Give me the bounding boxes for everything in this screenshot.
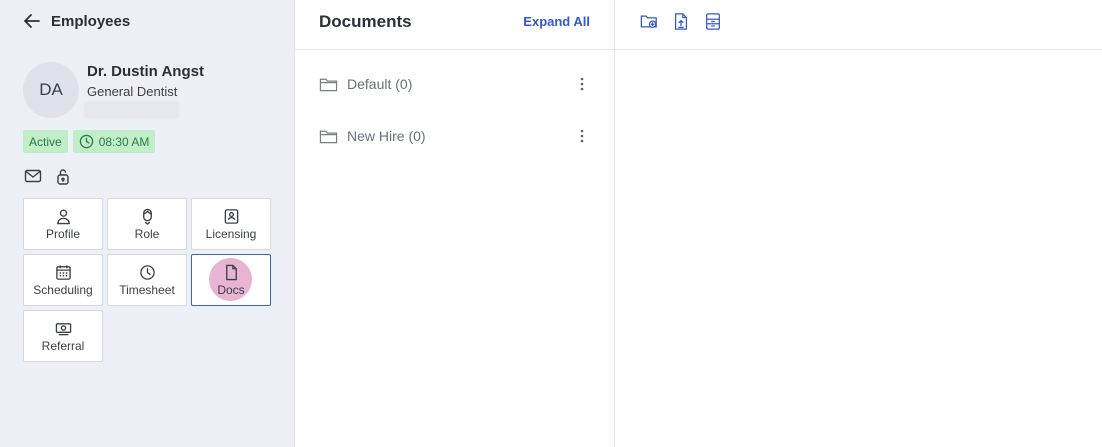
folder-menu-icon[interactable]: [573, 73, 591, 95]
tile-label: Docs: [217, 283, 245, 297]
tile-label: Licensing: [205, 227, 257, 241]
tile-label: Profile: [45, 227, 80, 241]
file-upload-icon[interactable]: [672, 12, 690, 31]
folder-menu-icon[interactable]: [573, 125, 591, 147]
avatar-initials: DA: [39, 80, 63, 99]
clock-icon: [79, 134, 93, 149]
back-label: Employees: [51, 12, 131, 30]
folder-icon: [319, 78, 338, 91]
employee-sidebar: Employees DA Dr. Dustin Angst General De…: [0, 0, 295, 447]
tile-referral[interactable]: Referral: [23, 310, 103, 362]
contact-actions: [24, 167, 72, 185]
clock-time: 08:30 AM: [98, 134, 150, 149]
calendar-icon: [55, 265, 71, 280]
tile-profile[interactable]: Profile: [23, 198, 103, 250]
tile-timesheet[interactable]: Timesheet: [107, 254, 187, 306]
folder-row-new-hire[interactable]: New Hire (0): [319, 121, 591, 151]
id-card-icon: [224, 209, 238, 224]
status-badge: Active: [23, 130, 68, 153]
tile-label: Referral: [41, 339, 85, 353]
document-viewer-panel: [615, 0, 1102, 447]
tile-label: Timesheet: [119, 283, 175, 297]
unlock-icon[interactable]: [54, 167, 72, 185]
tile-scheduling[interactable]: Scheduling: [23, 254, 103, 306]
role-icon: [142, 208, 152, 225]
redacted-detail: [84, 101, 179, 119]
tile-docs[interactable]: Docs: [191, 254, 271, 306]
tile-label: Scheduling: [33, 283, 93, 297]
employee-name: Dr. Dustin Angst: [87, 63, 204, 80]
archive-icon[interactable]: [704, 12, 722, 31]
money-icon: [55, 323, 71, 336]
documents-title: Documents: [319, 12, 412, 31]
divider: [295, 49, 615, 50]
folder-icon: [319, 130, 338, 143]
avatar: DA: [23, 62, 79, 118]
person-icon: [56, 209, 70, 225]
document-toolbar: [640, 12, 722, 31]
folder-label: Default (0): [347, 76, 413, 92]
expand-all-button[interactable]: Expand All: [523, 14, 590, 29]
folder-row-default[interactable]: Default (0): [319, 69, 591, 99]
divider: [615, 49, 1102, 50]
tile-label: Role: [134, 227, 160, 241]
documents-panel: Documents Expand All Default (0) New Hir…: [295, 0, 615, 447]
clock-badge: 08:30 AM: [72, 130, 156, 153]
status-text: Active: [29, 134, 62, 149]
status-badges: Active 08:30 AM: [23, 130, 156, 153]
folder-plus-icon[interactable]: [640, 12, 658, 31]
back-to-employees-link[interactable]: Employees: [23, 12, 130, 30]
employee-title: General Dentist: [87, 84, 178, 99]
mail-icon[interactable]: [24, 167, 42, 185]
clock-icon: [139, 265, 155, 280]
folder-label: New Hire (0): [347, 128, 426, 144]
tile-licensing[interactable]: Licensing: [191, 198, 271, 250]
arrow-left-icon: [24, 14, 40, 28]
document-icon: [225, 264, 237, 281]
tile-role[interactable]: Role: [107, 198, 187, 250]
